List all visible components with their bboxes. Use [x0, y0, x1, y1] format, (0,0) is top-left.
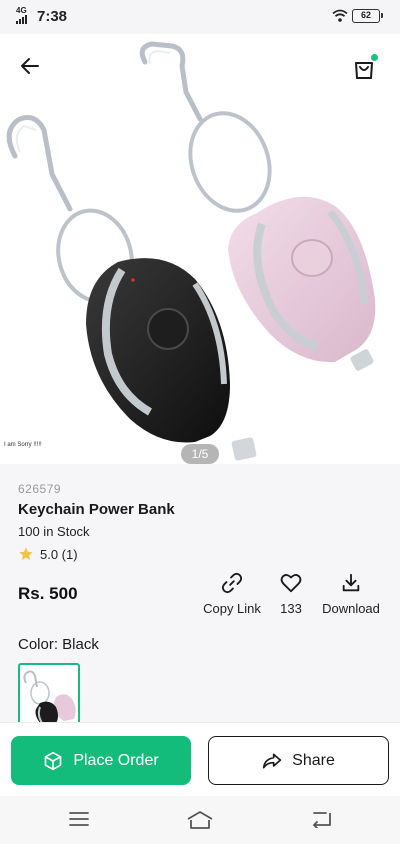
back-nav-icon: [312, 812, 331, 829]
download-label: Download: [322, 601, 380, 616]
image-pager: 1/5: [181, 444, 219, 464]
back-button[interactable]: [20, 56, 52, 80]
like-count: 133: [280, 601, 302, 616]
like-button[interactable]: 133: [272, 572, 310, 618]
star-icon: [19, 547, 33, 560]
back-arrow-icon: [21, 58, 39, 74]
network-indicator: 4G: [16, 7, 30, 24]
nav-back-button[interactable]: [310, 810, 332, 833]
rating-value: 5.0 (1): [40, 546, 78, 562]
color-label: Color: Black: [18, 636, 99, 653]
clock: 7:38: [37, 8, 68, 25]
product-rating: 5.0 (1): [18, 546, 78, 562]
cart-badge: [371, 54, 378, 61]
place-order-label: Place Order: [73, 751, 159, 769]
nav-home-button[interactable]: [186, 810, 214, 835]
color-swatch-black[interactable]: [18, 663, 80, 725]
product-title: Keychain Power Bank: [18, 501, 175, 518]
image-caption: I am Sorry !!!!!: [4, 442, 42, 448]
download-button[interactable]: Download: [318, 572, 384, 618]
share-button[interactable]: Share: [208, 736, 389, 785]
shopping-bag-icon: [355, 62, 373, 79]
status-bar: 4G 7:38 62: [0, 0, 400, 34]
copy-link-button[interactable]: Copy Link: [200, 572, 264, 618]
cart-button[interactable]: [350, 54, 378, 82]
product-image-carousel[interactable]: I am Sorry !!!!! 1/5: [0, 34, 400, 464]
network-type: 4G: [16, 6, 27, 15]
wifi-icon: [332, 9, 348, 22]
place-order-button[interactable]: Place Order: [11, 736, 191, 785]
box-icon: [44, 751, 62, 770]
bottom-action-bar: Place Order Share: [0, 722, 400, 796]
system-nav-bar: [0, 796, 400, 844]
product-image: [6, 41, 376, 461]
share-label: Share: [292, 751, 335, 769]
color-swatch-thumbnail: [23, 670, 76, 723]
battery-indicator: 62: [352, 9, 383, 23]
menu-icon: [69, 812, 89, 826]
copy-link-label: Copy Link: [203, 601, 261, 616]
stock-status: 100 in Stock: [18, 524, 90, 539]
link-icon: [221, 572, 243, 594]
nav-menu-button[interactable]: [68, 810, 90, 833]
product-sku: 626579: [18, 482, 62, 496]
download-icon: [342, 573, 360, 592]
product-info: 626579 Keychain Power Bank 100 in Stock …: [0, 464, 400, 725]
share-arrow-icon: [262, 753, 282, 768]
signal-icon: [16, 15, 27, 24]
home-icon: [187, 811, 213, 829]
heart-icon: [280, 574, 302, 593]
product-price: Rs. 500: [18, 584, 78, 603]
